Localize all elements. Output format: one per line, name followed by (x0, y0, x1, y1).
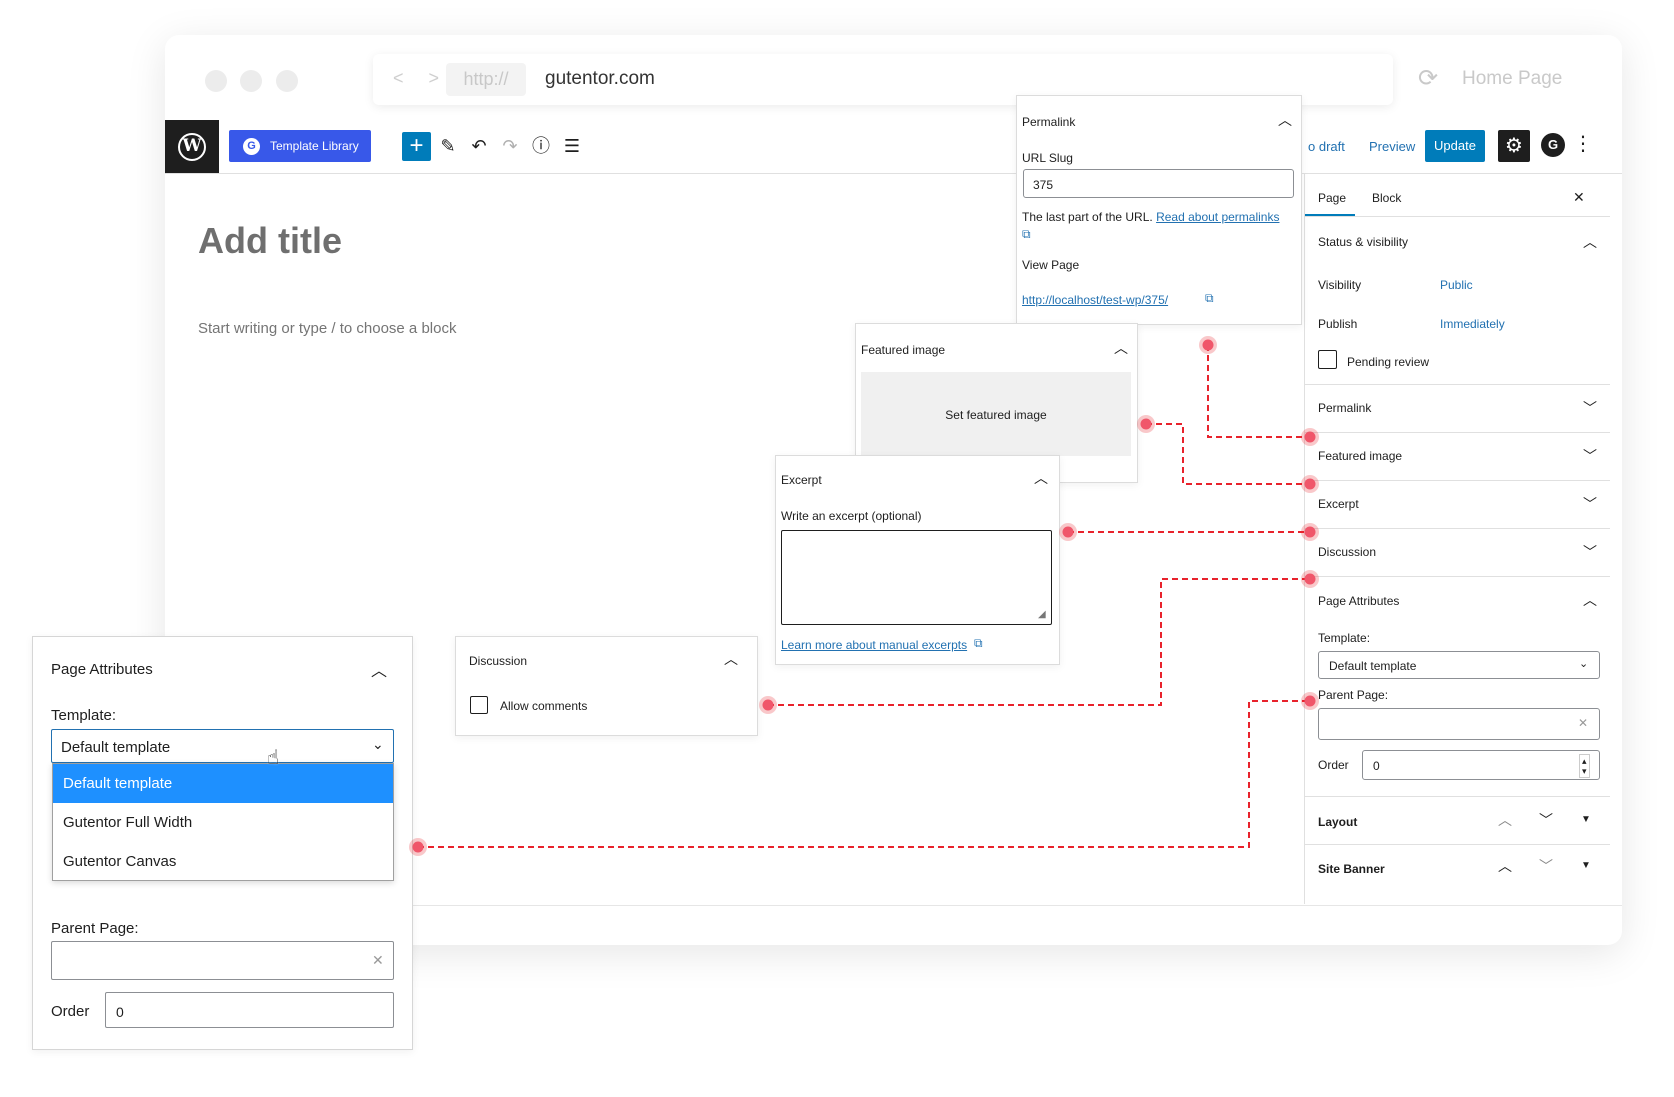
connector-dot (1062, 526, 1074, 538)
connector-dot (1304, 431, 1316, 443)
connector-dot (1304, 526, 1316, 538)
connector-dot (1202, 339, 1214, 351)
connector-dot (1304, 695, 1316, 707)
connector-featured-image (1146, 423, 1310, 485)
connector-dot (412, 841, 424, 853)
connector-dot (1140, 418, 1152, 430)
connector-dot (1304, 573, 1316, 585)
connector-discussion (768, 578, 1310, 706)
connector-dot (762, 699, 774, 711)
connector-dot (1304, 478, 1316, 490)
connector-lines (409, 336, 1319, 856)
connector-permalink (1207, 345, 1310, 438)
connector-page-attributes (418, 700, 1310, 848)
